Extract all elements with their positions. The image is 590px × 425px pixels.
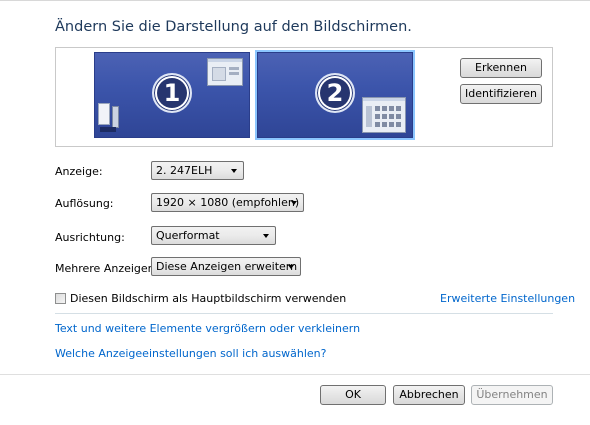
primary-display-checkbox-label[interactable]: Diesen Bildschirm als Hauptbildschirm ve…: [70, 292, 346, 305]
monitor-2-number: 2: [320, 78, 350, 108]
detect-button[interactable]: Erkennen: [460, 58, 542, 78]
top-divider: [0, 0, 590, 1]
monitor-1[interactable]: 1: [94, 52, 250, 138]
chevron-down-icon: [263, 234, 269, 238]
advanced-settings-link[interactable]: Erweiterte Einstellungen: [440, 292, 575, 305]
apply-button[interactable]: Übernehmen: [471, 385, 553, 405]
chevron-down-icon: [288, 265, 294, 269]
monitor-arrangement-panel: 1 2 Erkennen Identifizieren: [55, 47, 553, 147]
window-thumbnail-icon: [207, 58, 243, 86]
display-label: Anzeige:: [55, 165, 103, 178]
which-settings-link[interactable]: Welche Anzeigeeinstellungen soll ich aus…: [55, 347, 327, 360]
multiple-displays-dropdown-value: Diese Anzeigen erweitern: [156, 260, 298, 273]
divider: [55, 313, 553, 314]
display-dropdown-value: 2. 247ELH: [156, 164, 213, 177]
text-size-link[interactable]: Text und weitere Elemente vergrößern ode…: [55, 322, 360, 335]
footer-divider: [0, 374, 590, 375]
sidebar-gadget-icon: [98, 103, 120, 133]
resolution-dropdown-value: 1920 × 1080 (empfohlen): [156, 196, 300, 209]
resolution-dropdown[interactable]: 1920 × 1080 (empfohlen): [151, 193, 304, 212]
monitor-1-badge: 1: [152, 73, 192, 113]
orientation-dropdown[interactable]: Querformat: [151, 226, 276, 245]
multiple-displays-dropdown[interactable]: Diese Anzeigen erweitern: [151, 257, 301, 276]
monitor-2-badge: 2: [315, 73, 355, 113]
multiple-displays-label: Mehrere Anzeigen:: [55, 262, 159, 275]
page-title: Ändern Sie die Darstellung auf den Bilds…: [55, 19, 412, 35]
grid-icon: [366, 106, 401, 127]
chevron-down-icon: [291, 201, 297, 205]
grid-window-thumbnail-icon: [362, 97, 406, 133]
monitor-1-number: 1: [157, 78, 187, 108]
monitor-2[interactable]: 2: [255, 50, 415, 140]
chevron-down-icon: [231, 169, 237, 173]
identify-button[interactable]: Identifizieren: [460, 84, 542, 104]
orientation-dropdown-value: Querformat: [156, 229, 220, 242]
resolution-label: Auflösung:: [55, 197, 114, 210]
primary-display-checkbox[interactable]: [55, 293, 66, 304]
cancel-button[interactable]: Abbrechen: [393, 385, 465, 405]
orientation-label: Ausrichtung:: [55, 231, 125, 244]
display-dropdown[interactable]: 2. 247ELH: [151, 161, 244, 180]
ok-button[interactable]: OK: [320, 385, 386, 405]
